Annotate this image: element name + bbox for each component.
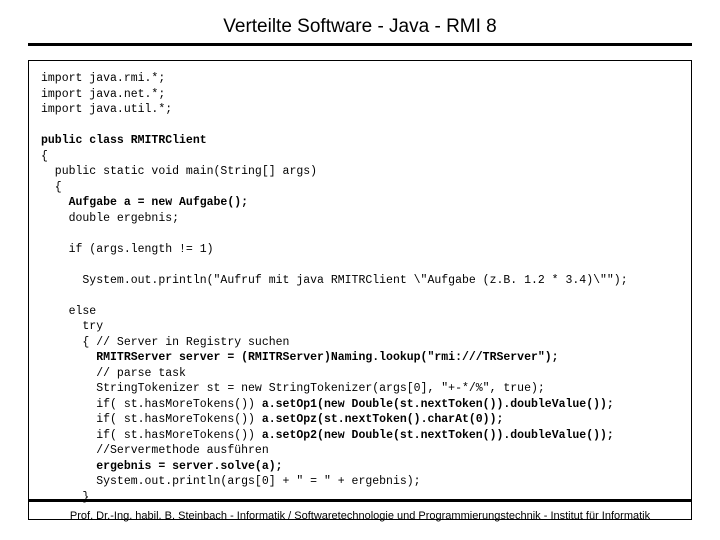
footer-divider — [28, 499, 692, 502]
code-line: // parse task — [41, 367, 186, 380]
code-line: else — [41, 305, 96, 318]
code-line: StringTokenizer st = new StringTokenizer… — [41, 382, 545, 395]
code-line: { — [41, 181, 62, 194]
code-line: double ergebnis; — [41, 212, 179, 225]
code-line: System.out.println(args[0] + " = " + erg… — [41, 475, 421, 488]
code-line: public static void main(String[] args) — [41, 165, 317, 178]
code-line: if( st.hasMoreTokens()) — [41, 413, 262, 426]
code-line: RMITRServer server = (RMITRServer)Naming… — [41, 351, 559, 364]
code-line: public class RMITRClient — [41, 134, 207, 147]
footer: Prof. Dr.-Ing. habil. B. Steinbach - Inf… — [28, 499, 692, 522]
code-line: Aufgabe a = new Aufgabe(); — [41, 196, 248, 209]
code-bold: a.setOp2(new Double(st.nextToken()).doub… — [262, 429, 614, 442]
code-line: //Servermethode ausführen — [41, 444, 269, 457]
code-bold: a.setOpz(st.nextToken().charAt(0)); — [262, 413, 504, 426]
code-line: try — [41, 320, 103, 333]
page-title: Verteilte Software - Java - RMI 8 — [28, 10, 692, 46]
code-line: { // Server in Registry suchen — [41, 336, 289, 349]
code-line: ergebnis = server.solve(a); — [41, 460, 283, 473]
code-line: if( st.hasMoreTokens()) — [41, 429, 262, 442]
code-line: import java.util.*; — [41, 103, 172, 116]
code-line: import java.rmi.*; — [41, 72, 165, 85]
code-line: if( st.hasMoreTokens()) — [41, 398, 262, 411]
footer-text: Prof. Dr.-Ing. habil. B. Steinbach - Inf… — [28, 510, 692, 522]
code-line: import java.net.*; — [41, 88, 165, 101]
code-bold: a.setOp1(new Double(st.nextToken()).doub… — [262, 398, 614, 411]
code-line: System.out.println("Aufruf mit java RMIT… — [41, 274, 628, 287]
code-line: if (args.length != 1) — [41, 243, 214, 256]
code-line: { — [41, 150, 48, 163]
code-listing: import java.rmi.*; import java.net.*; im… — [28, 60, 692, 520]
